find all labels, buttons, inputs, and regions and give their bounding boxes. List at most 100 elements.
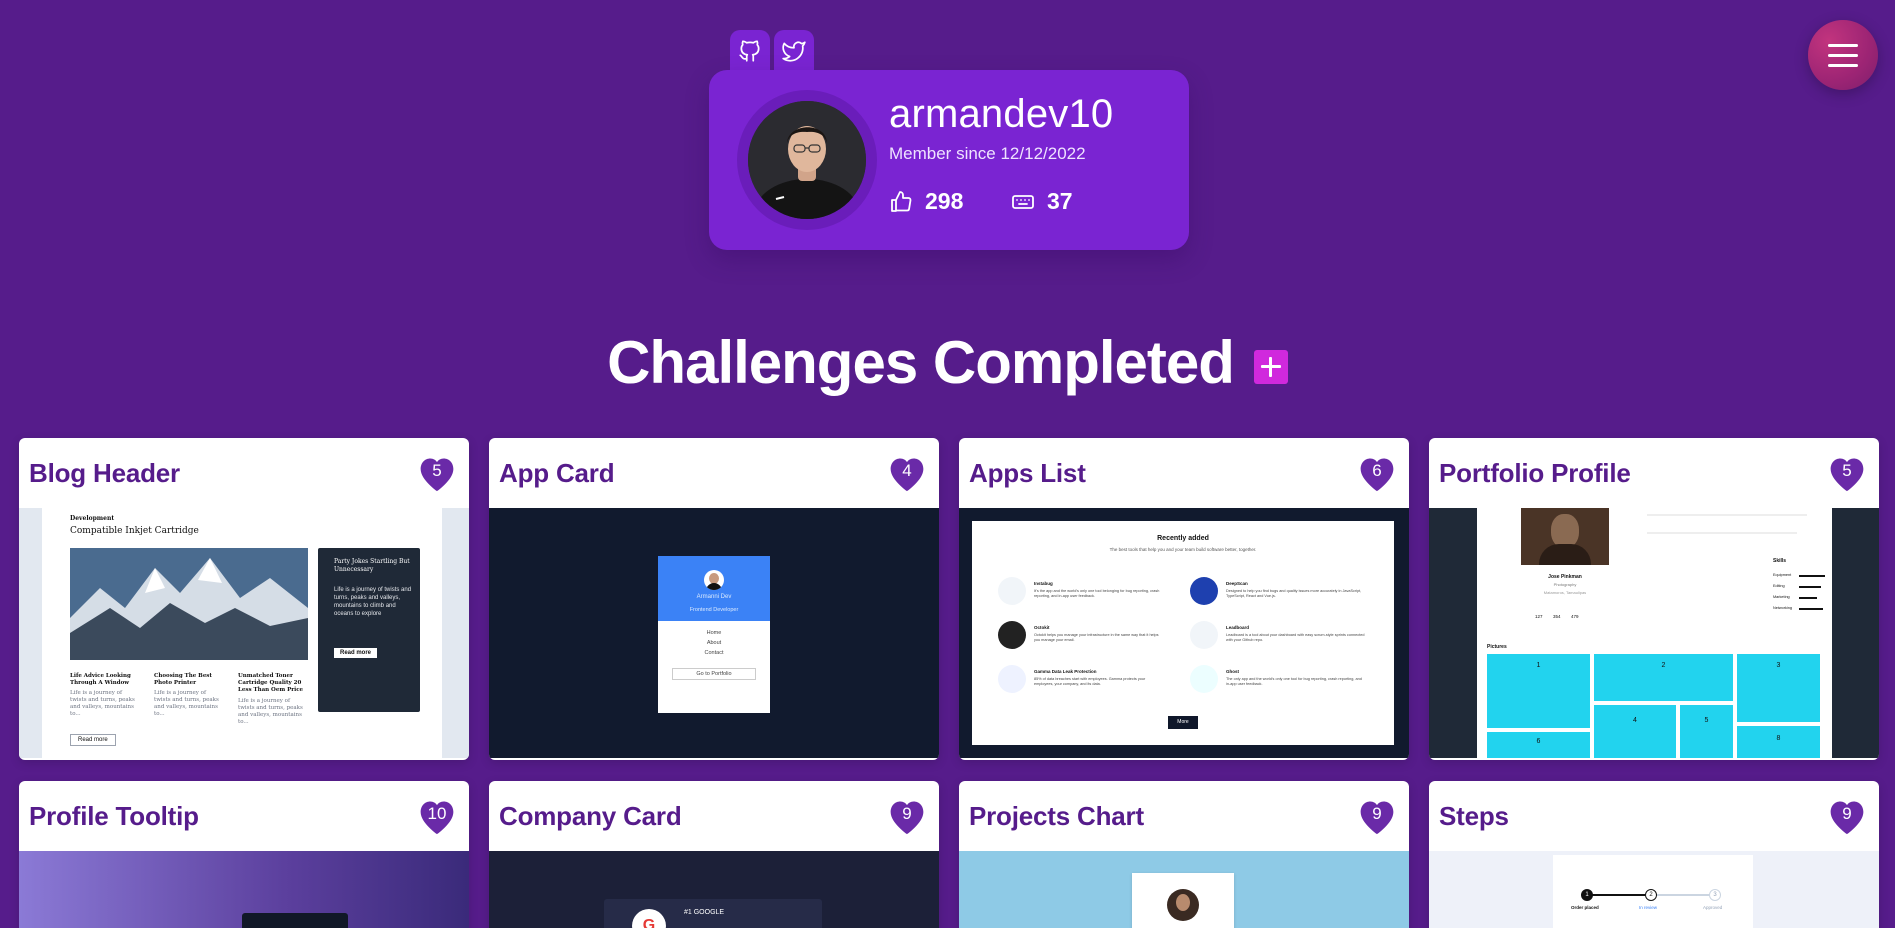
challenges-stat: 37 [1011,188,1073,215]
likes-badge[interactable]: 9 [885,796,929,836]
likes-badge[interactable]: 6 [1355,453,1399,493]
portfolio-name: Jose Pinkman [1548,574,1582,580]
card-title: Company Card [499,800,682,831]
app-logo [998,621,1026,649]
likes-count: 4 [902,461,912,480]
app-logo [1190,577,1218,605]
challenge-card-steps[interactable]: Steps 9 1 2 3 Order placed In review App… [1429,781,1879,928]
github-link[interactable] [730,30,770,74]
column-text: Life is a journey of twists and turns, p… [70,690,135,717]
github-icon [739,40,760,62]
picture-tile: 1 [1487,654,1590,728]
likes-stat: 298 [889,188,963,215]
app-logo [1190,665,1218,693]
portfolio-stat: 354 [1553,614,1561,619]
skills-title: Skills [1773,558,1787,564]
column-title: Unmatched Toner Cartridge Quality 20 Les… [238,673,304,693]
picture-tile: 4 [1594,705,1676,758]
skill-label: Marketing [1773,595,1790,599]
card-title: Apps List [969,457,1086,488]
skill-label: Equipment [1773,573,1792,577]
app-text: The only app and the world's only one to… [1226,677,1362,686]
twitter-link[interactable] [774,30,814,74]
likes-badge[interactable]: 9 [1825,796,1869,836]
challenge-card-blog-header[interactable]: Blog Header 5 Development Compatible Ink… [19,438,469,760]
challenge-card-profile-tooltip[interactable]: Profile Tooltip 10 [19,781,469,928]
likes-count: 6 [1372,461,1382,480]
picture-tile: 8 [1737,726,1820,758]
app-card-link[interactable]: Home [658,630,770,636]
go-to-portfolio-button[interactable]: Go to Portfolio [672,668,756,680]
portfolio-location: Matamoros, Tamaulipas [1543,590,1587,595]
app-card-role: Frontend Developer [689,607,739,613]
app-name: Octokit [1034,625,1050,630]
app-logo [998,577,1026,605]
likes-badge[interactable]: 9 [1355,796,1399,836]
side-post-text: Life is a journey of twists and turns, p… [334,587,412,617]
app-card-name: Armanni Dev [696,594,732,600]
card-preview [19,851,469,928]
likes-count: 9 [902,804,912,823]
company-rank: #1 GOOGLE [684,909,725,916]
mountain-image [70,548,308,660]
add-challenge-button[interactable] [1253,349,1288,384]
portfolio-photo [1521,508,1609,565]
card-title: Steps [1439,800,1509,831]
column-title: Choosing The Best Photo Printer [154,673,212,686]
menu-button[interactable] [1808,20,1878,90]
pictures-title: Pictures [1487,644,1507,650]
menu-line [1828,53,1858,57]
picture-tile: 5 [1680,705,1733,758]
avatar[interactable] [748,101,866,219]
challenge-card-company-card[interactable]: Company Card 9 G #1 GOOGLE [489,781,939,928]
app-logo [998,665,1026,693]
portfolio-stat: 479 [1571,614,1579,619]
read-more-button[interactable]: Read more [70,734,116,746]
picture-tile: 3 [1737,654,1820,722]
card-preview [959,851,1409,928]
challenge-card-projects-chart[interactable]: Projects Chart 9 [959,781,1409,928]
likes-badge[interactable]: 5 [415,453,459,493]
likes-count: 5 [1842,461,1852,480]
apps-list-title: Recently added [1157,535,1209,542]
avatar-ring [737,90,877,230]
challenges-heading: Challenges Completed [607,329,1235,396]
challenge-card-app-card[interactable]: App Card 4 Armanni Dev Frontend Develope… [489,438,939,760]
app-name: Leadboard [1226,625,1250,630]
challenge-card-apps-list[interactable]: Apps List 6 Recently added The best tool… [959,438,1409,760]
card-preview: Jose Pinkman Photography Matamoros, Tama… [1429,508,1879,758]
step-circle: 3 [1709,889,1721,901]
app-card-avatar [704,570,724,590]
app-text: Leadboard is a tool about your dashboard… [1226,633,1365,642]
card-title: Portfolio Profile [1439,457,1631,488]
card-preview: Recently added The best tools that help … [959,508,1409,758]
google-logo: G [632,909,666,928]
app-name: DeepScan [1226,581,1248,586]
member-since: Member since 12/12/2022 [889,144,1086,163]
app-logo [1190,621,1218,649]
app-card-link[interactable]: About [658,640,770,646]
menu-line [1828,43,1858,47]
challenge-card-portfolio-profile[interactable]: Portfolio Profile 5 Jose Pinkman Photogr… [1429,438,1879,760]
likes-badge[interactable]: 4 [885,453,929,493]
portfolio-stat: 127 [1535,614,1543,619]
app-text: Designed to help you find bugs and quali… [1226,589,1362,598]
likes-count: 5 [432,461,442,480]
step-label: In review [1639,905,1658,910]
app-card-link[interactable]: Contact [658,650,770,656]
skill-label: Networking [1773,606,1792,610]
more-button[interactable]: More [1168,716,1198,729]
card-preview: Armanni Dev Frontend Developer Home Abou… [489,508,939,758]
likes-badge[interactable]: 10 [415,796,459,836]
post-category: Development [70,515,115,522]
column-text: Life is a journey of twists and turns, p… [154,690,219,717]
side-read-more-button[interactable]: Read more [334,648,378,658]
card-preview: 1 2 3 Order placed In review Approved [1429,851,1879,928]
likes-badge[interactable]: 5 [1825,453,1869,493]
step-label: Order placed [1571,905,1599,910]
app-text: 85% of data breaches start with employee… [1034,677,1146,686]
profile-card: armandev10 Member since 12/12/2022 298 3… [709,70,1189,250]
side-post-title: Party Jokes Startling But Unnecessary [334,558,410,573]
skill-label: Editing [1773,584,1785,588]
picture-tile: 2 [1594,654,1733,701]
